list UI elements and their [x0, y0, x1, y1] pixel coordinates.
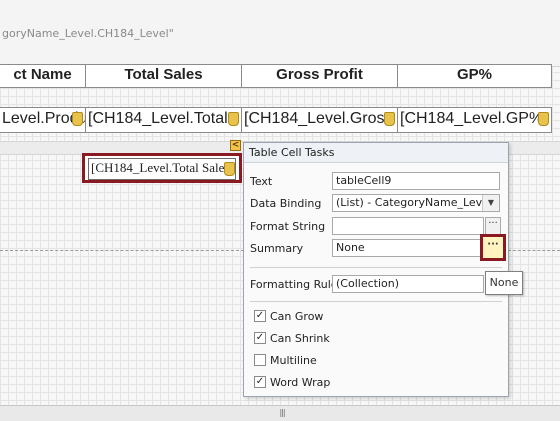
detail-cell-gp-percent[interactable]: [CH184_Level.GP% [398, 108, 552, 132]
datamember-expression: goryName_Level.CH184_Level" [2, 27, 174, 40]
formatting-rules-input[interactable]: (Collection) [332, 275, 484, 293]
summary-row: Summary None ··· [244, 234, 508, 261]
scrollbar-grip-icon[interactable]: ||| [276, 409, 288, 417]
multiline-label: Multiline [270, 354, 317, 367]
can-shrink-checkbox[interactable]: ✓ [254, 332, 266, 344]
selected-cell-text: [CH184_Level.Total Sales] [88, 158, 236, 180]
detail-cell-gross-profit[interactable]: [CH184_Level.Gros [242, 108, 398, 132]
can-grow-checkbox[interactable]: ✓ [254, 310, 266, 322]
can-shrink-label: Can Shrink [270, 332, 330, 345]
formatting-rules-label: Formatting Rules [250, 278, 344, 291]
table-header-row: ct Name Total Sales Gross Profit GP% [0, 64, 552, 88]
can-grow-label: Can Grow [270, 310, 324, 323]
multiline-checkbox[interactable] [254, 354, 266, 366]
table-detail-row: Level.Produ [CH184_Level.Total [CH184_Le… [0, 107, 552, 133]
summary-ellipsis-button[interactable]: ··· [480, 234, 506, 261]
data-binding-label: Data Binding [250, 197, 322, 210]
selected-table-cell[interactable]: [CH184_Level.Total Sales] [82, 153, 242, 183]
table-cell-tasks-panel: Table Cell Tasks Text tableCell9 Data Bi… [243, 142, 509, 397]
option-can-shrink[interactable]: ✓ Can Shrink [244, 330, 508, 348]
format-string-input[interactable] [332, 217, 484, 235]
header-cell-gp-percent[interactable]: GP% [398, 65, 552, 87]
summary-input[interactable]: None [332, 239, 484, 257]
detail-cell-total-sales-text: [CH184_Level.Total [88, 110, 228, 127]
data-binding-icon [538, 112, 549, 126]
data-binding-icon [72, 112, 83, 126]
text-row: Text tableCell9 [244, 172, 508, 192]
format-string-ellipsis-button[interactable]: ··· [485, 217, 501, 235]
text-input[interactable]: tableCell9 [332, 172, 500, 190]
data-binding-icon [228, 112, 239, 126]
format-string-label: Format String [250, 220, 326, 233]
detail-cell-total-sales[interactable]: [CH184_Level.Total [86, 108, 242, 132]
panel-title: Table Cell Tasks [244, 143, 508, 163]
summary-label: Summary [250, 242, 304, 255]
band-boundary-line [0, 250, 244, 251]
option-multiline[interactable]: Multiline [244, 352, 508, 370]
formatting-rules-row: Formatting Rules (Collection) [244, 275, 508, 295]
summary-tooltip: None [485, 271, 523, 295]
detail-cell-gp-percent-text: [CH184_Level.GP% [400, 110, 544, 127]
data-binding-icon [224, 162, 235, 176]
data-binding-icon [384, 112, 395, 126]
smart-tag-button[interactable]: < [230, 140, 241, 151]
chevron-down-icon[interactable]: ▼ [482, 195, 499, 211]
band-boundary-line [508, 250, 560, 251]
data-binding-select[interactable]: (List) - CategoryName_Level.C ▼ [332, 194, 500, 212]
report-design-surface[interactable]: goryName_Level.CH184_Level" ct Name Tota… [0, 0, 560, 405]
text-label: Text [250, 175, 273, 188]
header-cell-total-sales[interactable]: Total Sales [86, 65, 242, 87]
option-word-wrap[interactable]: ✓ Word Wrap [244, 374, 508, 392]
panel-divider [250, 267, 502, 268]
header-cell-product-name[interactable]: ct Name [0, 65, 86, 87]
data-binding-value: (List) - CategoryName_Level.C [336, 196, 500, 209]
word-wrap-checkbox[interactable]: ✓ [254, 376, 266, 388]
header-cell-gross-profit[interactable]: Gross Profit [242, 65, 398, 87]
option-can-grow[interactable]: ✓ Can Grow [244, 308, 508, 326]
panel-divider [250, 301, 502, 302]
detail-cell-gross-profit-text: [CH184_Level.Gros [244, 110, 385, 127]
format-string-row: Format String ··· [244, 217, 508, 237]
data-binding-row: Data Binding (List) - CategoryName_Level… [244, 194, 508, 214]
horizontal-scrollbar[interactable]: ||| [0, 405, 560, 421]
word-wrap-label: Word Wrap [270, 376, 331, 389]
detail-cell-product[interactable]: Level.Produ [0, 108, 86, 132]
